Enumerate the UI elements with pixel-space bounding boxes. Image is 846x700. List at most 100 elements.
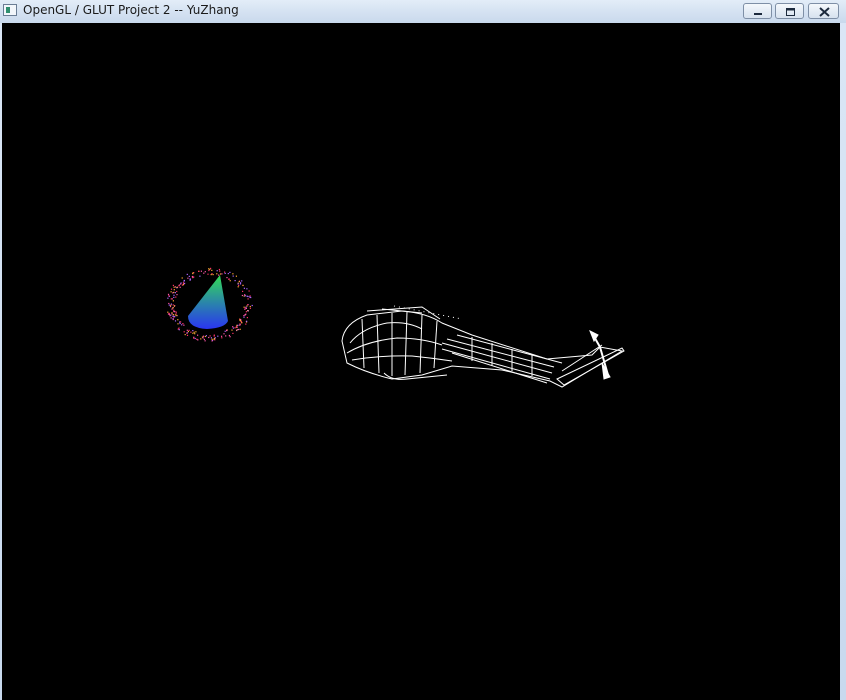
particle — [174, 286, 176, 288]
particle — [200, 338, 202, 340]
particle — [179, 321, 181, 323]
maximize-icon — [786, 8, 795, 16]
particle — [172, 314, 174, 316]
particle — [178, 327, 180, 329]
particle — [237, 283, 239, 285]
particle — [181, 284, 183, 286]
window-title: OpenGL / GLUT Project 2 -- YuZhang — [23, 3, 239, 17]
particle — [218, 268, 220, 271]
particle — [211, 340, 213, 342]
particle — [178, 329, 180, 331]
particle — [212, 274, 214, 276]
particle — [173, 310, 175, 313]
particle — [241, 280, 243, 282]
particle — [242, 284, 244, 286]
particle — [192, 332, 194, 334]
particle — [246, 305, 248, 307]
particle — [173, 296, 175, 298]
particle — [247, 295, 249, 298]
particle — [208, 269, 210, 272]
particle — [240, 319, 242, 321]
particle — [173, 289, 175, 291]
particle — [197, 334, 199, 336]
particle — [235, 275, 237, 277]
close-button[interactable] — [808, 3, 839, 19]
particle — [186, 334, 189, 336]
particle — [242, 290, 244, 292]
particle — [176, 290, 178, 293]
particle — [213, 334, 215, 336]
particle — [218, 274, 220, 276]
particle — [183, 279, 185, 282]
particle — [238, 281, 240, 283]
particle — [243, 316, 245, 318]
particle — [204, 335, 206, 338]
particle — [204, 271, 206, 273]
particle — [246, 317, 248, 319]
particle — [219, 273, 222, 275]
particle — [232, 327, 234, 329]
particle — [193, 331, 195, 333]
particle — [210, 267, 212, 269]
particle — [192, 272, 194, 274]
particle — [208, 336, 210, 339]
helicopter-wireframe — [341, 305, 625, 388]
particle — [224, 330, 226, 332]
particle — [236, 329, 238, 331]
particle — [225, 335, 227, 337]
particle — [232, 332, 234, 334]
particle — [174, 320, 177, 322]
app-icon[interactable] — [3, 4, 17, 16]
particle — [172, 292, 174, 294]
particle — [168, 304, 170, 306]
particle — [202, 337, 204, 339]
particle — [244, 314, 246, 316]
particle — [247, 298, 249, 300]
particle — [243, 295, 245, 297]
title-bar[interactable]: OpenGL / GLUT Project 2 -- YuZhang — [0, 0, 846, 23]
particle — [175, 313, 177, 315]
particle — [177, 319, 179, 321]
particle — [216, 270, 218, 272]
particle — [176, 286, 178, 288]
particle — [188, 329, 190, 331]
particle — [194, 337, 196, 340]
particle — [245, 323, 247, 325]
particle — [176, 314, 178, 317]
particle — [172, 284, 174, 286]
particle — [247, 304, 249, 306]
particle — [228, 278, 230, 280]
particle — [248, 290, 250, 292]
particle — [170, 298, 172, 300]
particle — [235, 326, 237, 328]
shaded-cone — [188, 275, 228, 329]
particle — [172, 318, 174, 321]
particle — [192, 330, 194, 332]
maximize-button[interactable] — [775, 3, 804, 19]
particle — [241, 294, 243, 297]
particle — [243, 306, 245, 308]
particle — [211, 338, 213, 340]
particle — [171, 312, 173, 314]
particle — [190, 331, 192, 333]
particle — [227, 273, 229, 275]
particle — [243, 315, 245, 317]
minimize-button[interactable] — [743, 3, 772, 19]
particle — [216, 273, 218, 275]
particle — [171, 308, 173, 310]
particle — [189, 278, 191, 280]
particle — [178, 285, 180, 287]
particle — [246, 320, 248, 322]
particle — [237, 286, 239, 288]
particle — [170, 304, 172, 306]
opengl-canvas[interactable] — [2, 23, 840, 700]
particle — [224, 271, 226, 273]
particle — [204, 340, 206, 342]
particle — [173, 286, 175, 288]
particle — [167, 297, 169, 299]
particle — [189, 279, 191, 281]
particle — [174, 292, 176, 294]
particle — [183, 324, 185, 326]
particle — [203, 272, 205, 274]
particle — [200, 270, 202, 272]
